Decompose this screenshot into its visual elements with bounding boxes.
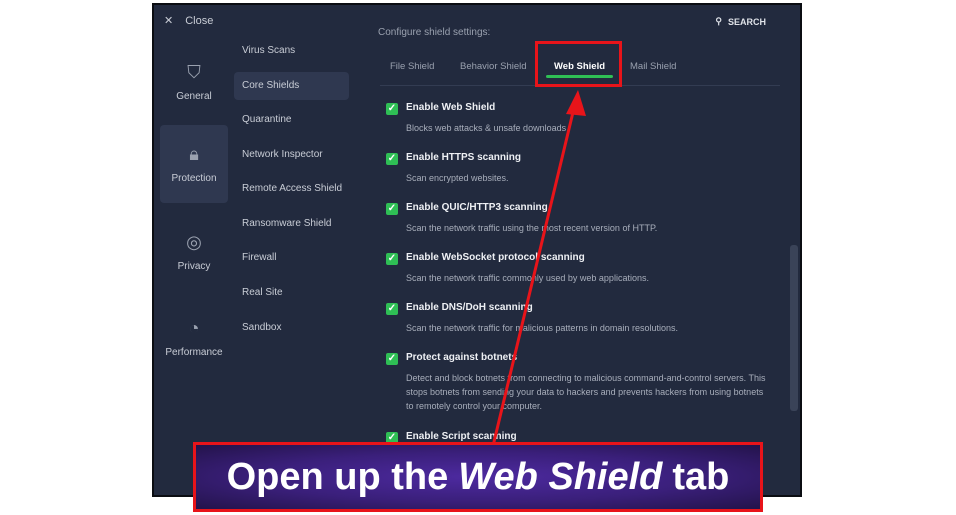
arrow-head (566, 90, 586, 116)
arrow-line (491, 107, 576, 447)
annotation-banner: Open up the Web Shield tab (193, 442, 763, 512)
arrow-annotation (491, 90, 586, 447)
